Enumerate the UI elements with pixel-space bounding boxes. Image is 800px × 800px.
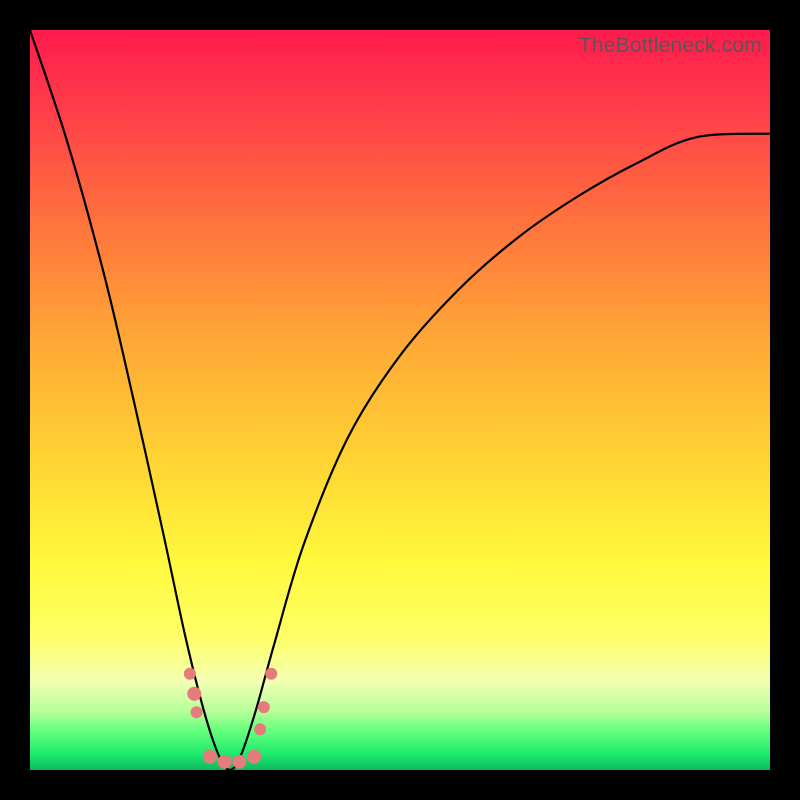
- bottleneck-curve: [30, 30, 770, 770]
- curve-marker: [232, 755, 246, 769]
- curve-marker: [218, 755, 232, 769]
- curve-marker: [258, 701, 270, 713]
- curve-marker: [247, 750, 261, 764]
- curve-marker: [191, 706, 203, 718]
- curve-line: [30, 30, 770, 770]
- curve-marker: [203, 750, 217, 764]
- chart-frame: TheBottleneck.com: [0, 0, 800, 800]
- curve-marker: [265, 668, 277, 680]
- curve-marker: [254, 723, 266, 735]
- curve-marker: [184, 668, 196, 680]
- curve-marker: [187, 687, 201, 701]
- plot-area: TheBottleneck.com: [30, 30, 770, 770]
